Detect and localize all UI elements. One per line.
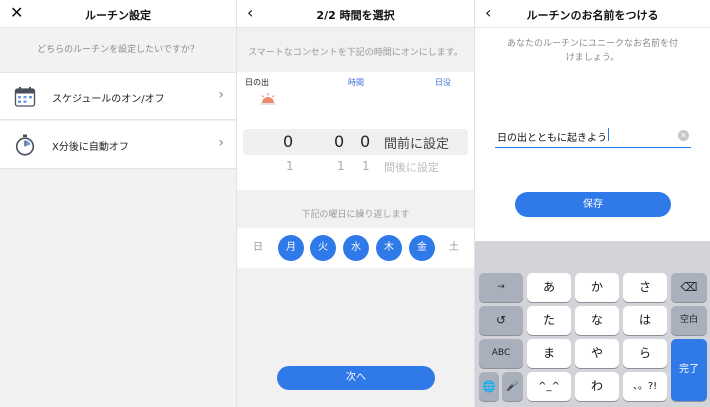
header: ‹ ルーチンのお名前をつける: [475, 0, 710, 28]
picker-ten-value[interactable]: 0: [334, 132, 344, 151]
routine-name-value[interactable]: 日の出とともに起きよう: [497, 129, 607, 144]
mode-selector: 日の出 時間 日没: [237, 72, 474, 124]
chevron-right-icon: ›: [218, 87, 224, 103]
picker-next-value: 1: [286, 159, 294, 173]
time-prompt: スマートなコンセントを下記の時間にオンにします。: [248, 48, 463, 58]
done-key[interactable]: 完了: [671, 339, 707, 401]
mode-sunrise[interactable]: 日の出: [245, 77, 269, 88]
day-sat[interactable]: 土: [441, 235, 467, 261]
save-button[interactable]: 保存: [515, 192, 671, 217]
header: ‹ 2/2 時間を選択: [237, 0, 474, 28]
auto-off-option[interactable]: X分後に自動オフ ›: [0, 121, 236, 169]
day-wed[interactable]: 水: [343, 235, 369, 261]
header: ✕ ルーチン設定: [0, 0, 236, 28]
option-label: スケジュールのオン/オフ: [52, 94, 165, 105]
routine-name-screen: ‹ ルーチンのお名前をつける あなたのルーチンにユニークなお名前を付けましょう。…: [474, 0, 710, 407]
mode-sunset[interactable]: 日没: [435, 77, 451, 88]
key-ma[interactable]: ま: [527, 339, 571, 368]
mode-time[interactable]: 時間: [348, 77, 364, 88]
abc-key[interactable]: ABC: [479, 339, 523, 368]
picker-min-value[interactable]: 0: [360, 132, 370, 151]
backspace-icon[interactable]: ⌫: [671, 273, 707, 302]
day-tue[interactable]: 火: [310, 235, 336, 261]
weekday-selector: 日 月 火 水 木 金 土: [237, 228, 474, 268]
routine-type-prompt: どちらのルーチンを設定したいですか？: [37, 45, 199, 55]
sunrise-icon: [260, 93, 276, 105]
key-ka[interactable]: か: [575, 273, 619, 302]
japanese-keyboard: → あ か さ ⌫ ↺ た な は 空白 ABC ま や ら 🌐 🎤 ^_^ わ…: [475, 241, 710, 407]
calendar-icon: [14, 87, 36, 107]
text-caret: [608, 128, 609, 141]
key-punctuation[interactable]: 、。?!: [623, 372, 667, 401]
empty-area: [0, 170, 236, 407]
key-na[interactable]: な: [575, 306, 619, 335]
option-label: X分後に自動オフ: [52, 142, 129, 153]
key-emoticon[interactable]: ^_^: [527, 372, 571, 401]
key-sa[interactable]: さ: [623, 273, 667, 302]
picker-hour-value[interactable]: 0: [283, 132, 293, 151]
stopwatch-icon: [15, 134, 35, 156]
microphone-icon[interactable]: 🎤: [502, 372, 523, 401]
key-ta[interactable]: た: [527, 306, 571, 335]
space-key[interactable]: 空白: [671, 306, 707, 335]
day-mon[interactable]: 月: [278, 235, 304, 261]
day-thu[interactable]: 木: [376, 235, 402, 261]
key-wa[interactable]: わ: [575, 372, 619, 401]
page-title: ルーチンのお名前をつける: [526, 9, 659, 22]
key-ra[interactable]: ら: [623, 339, 667, 368]
repeat-days-label: 下記の曜日に繰り返します: [301, 210, 410, 220]
time-picker[interactable]: 0 0 0 間前に設定 1 1 1 間後に設定: [237, 124, 474, 190]
schedule-onoff-option[interactable]: スケジュールのオン/オフ ›: [0, 72, 236, 120]
time-select-screen: ‹ 2/2 時間を選択 スマートなコンセントを下記の時間にオンにします。 日の出…: [236, 0, 474, 407]
day-sun[interactable]: 日: [245, 235, 271, 261]
day-fri[interactable]: 金: [409, 235, 435, 261]
page-title: 2/2 時間を選択: [316, 9, 395, 22]
picker-direction-label[interactable]: 間前に設定: [384, 133, 449, 152]
picker-next-value: 1: [362, 159, 370, 173]
key-ya[interactable]: や: [575, 339, 619, 368]
key-arrow[interactable]: →: [479, 273, 523, 302]
key-a[interactable]: あ: [527, 273, 571, 302]
next-button[interactable]: 次へ: [277, 366, 435, 390]
undo-icon[interactable]: ↺: [479, 306, 523, 335]
picker-next-label: 間後に設定: [384, 161, 439, 174]
name-prompt: あなたのルーチンにユニークなお名前を付けましょう。: [506, 39, 678, 63]
globe-icon[interactable]: 🌐: [479, 372, 499, 401]
routine-settings-screen: ✕ ルーチン設定 どちらのルーチンを設定したいですか？ スケジュールのオン/オフ…: [0, 0, 236, 407]
routine-name-input[interactable]: 日の出とともに起きよう ✕: [495, 126, 691, 148]
chevron-right-icon: ›: [218, 135, 224, 151]
clear-icon[interactable]: ✕: [678, 130, 689, 141]
page-title: ルーチン設定: [85, 9, 151, 22]
picker-next-value: 1: [337, 159, 345, 173]
key-ha[interactable]: は: [623, 306, 667, 335]
